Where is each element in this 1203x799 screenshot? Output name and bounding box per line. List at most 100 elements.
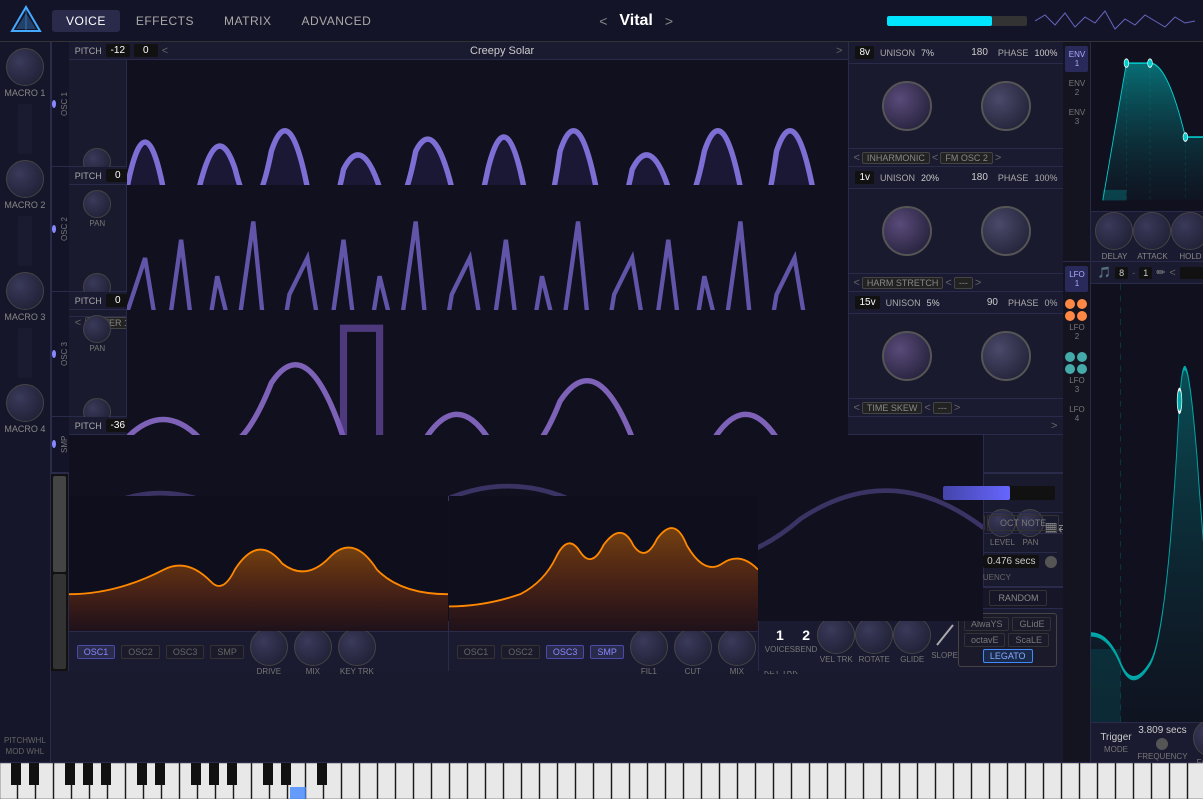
nav-left-btn[interactable]: < xyxy=(599,13,607,29)
lfo-rate-val2[interactable]: 1 xyxy=(1139,267,1152,279)
filter1-osc2-btn[interactable]: OSC2 xyxy=(121,645,160,659)
filter1-mix-knob[interactable] xyxy=(294,628,332,666)
voices-val[interactable]: 1 xyxy=(776,627,784,643)
filter2-fil1-knob[interactable] xyxy=(630,628,668,666)
random2-freq-sync-icon[interactable] xyxy=(1045,556,1057,568)
pitch-wheel-slider[interactable] xyxy=(18,104,32,154)
osc2-footer-btn2[interactable]: --- xyxy=(954,277,973,289)
lfo1-tab[interactable]: LFO 1 xyxy=(1065,266,1088,292)
tab-effects[interactable]: EFFECTS xyxy=(122,10,208,32)
osc2-footer-right2[interactable]: > xyxy=(975,277,981,289)
osc2-unison-knob[interactable] xyxy=(882,206,932,256)
osc2-footer-left[interactable]: < xyxy=(853,277,859,289)
legato-btn[interactable]: LEGATO xyxy=(983,649,1033,663)
tab-matrix[interactable]: MATRIX xyxy=(210,10,285,32)
pitch-wheel-slider2[interactable] xyxy=(18,328,32,378)
osc1-phase-knob[interactable] xyxy=(981,81,1031,131)
osc1-phase-pct[interactable]: 100% xyxy=(1034,48,1057,58)
piano-keys[interactable] xyxy=(0,763,1203,799)
osc1-pitch-val[interactable]: -12 xyxy=(106,44,130,57)
macro4-knob[interactable] xyxy=(6,384,44,422)
lfo-pencil-icon[interactable]: ✏ xyxy=(1156,266,1165,279)
mod-wheel-slider[interactable] xyxy=(18,216,32,266)
osc1-phase-val[interactable]: 180 xyxy=(971,47,988,58)
osc2-unison-count[interactable]: 1v xyxy=(855,171,874,184)
octave-btn[interactable]: octavE xyxy=(964,633,1006,647)
osc1-footer-left2[interactable]: < xyxy=(932,152,938,164)
lfo-mode-left[interactable]: 🎵 xyxy=(1097,266,1111,279)
osc3-phase-pct[interactable]: 0% xyxy=(1044,298,1057,308)
osc1-footer-btn2[interactable]: FM OSC 2 xyxy=(940,152,993,164)
osc1-footer-left[interactable]: < xyxy=(853,152,859,164)
osc3-phase-knob[interactable] xyxy=(981,331,1031,381)
osc3-footer-right2[interactable]: > xyxy=(954,402,960,414)
random1-bar[interactable] xyxy=(943,486,1056,500)
osc3-footer-btn2[interactable]: --- xyxy=(933,402,952,414)
filter2-osc1-btn[interactable]: OSC1 xyxy=(457,645,496,659)
glide-btn[interactable]: GLidE xyxy=(1012,617,1051,631)
filter2-smp-btn[interactable]: SMP xyxy=(590,645,624,659)
osc1-nav-left[interactable]: < xyxy=(162,45,168,57)
lfo-rate-val1[interactable]: 8 xyxy=(1115,267,1128,279)
filter2-osc2-btn[interactable]: OSC2 xyxy=(501,645,540,659)
osc2-unison-pct[interactable]: 20% xyxy=(921,173,939,183)
osc3-phase-val[interactable]: 90 xyxy=(987,297,998,308)
osc1-unison-knob[interactable] xyxy=(882,81,932,131)
osc2-phase-knob[interactable] xyxy=(981,206,1031,256)
lfo3-tab[interactable]: LFO 3 xyxy=(1065,348,1088,398)
filter1-keytrk-knob[interactable] xyxy=(338,628,376,666)
tab-voice[interactable]: VOICE xyxy=(52,10,120,32)
lfo-fade-knob[interactable] xyxy=(1193,719,1203,757)
macro1-knob[interactable] xyxy=(6,48,44,86)
osc3-footer-btn1[interactable]: TIME SKEW xyxy=(862,402,923,414)
macro3-knob[interactable] xyxy=(6,272,44,310)
osc2-footer-btn1[interactable]: HARM STRETCH xyxy=(862,277,944,289)
lfo-freq-sync-icon[interactable] xyxy=(1156,738,1168,750)
env1-tab[interactable]: ENV 1 xyxy=(1065,46,1088,72)
random2-freq-val[interactable]: 0.476 secs xyxy=(983,555,1039,568)
lfo4-tab[interactable]: LFO 4 xyxy=(1065,401,1088,427)
osc1-unison-count[interactable]: 8v xyxy=(855,46,874,59)
osc1-unison-pct[interactable]: 7% xyxy=(921,48,934,58)
osc2-phase-pct[interactable]: 100% xyxy=(1034,173,1057,183)
osc2-footer-left2[interactable]: < xyxy=(945,277,951,289)
osc1-footer-btn1[interactable]: INHARMONIC xyxy=(862,152,930,164)
filter1-drive-knob[interactable] xyxy=(250,628,288,666)
scroll-bar2[interactable] xyxy=(53,574,66,670)
oct-note-btn[interactable]: OCT NOTE xyxy=(987,515,1060,531)
osc3-footer-left2[interactable]: < xyxy=(924,402,930,414)
osc2-phase-val[interactable]: 180 xyxy=(971,172,988,183)
lfo-target[interactable]: Side Chain 1 xyxy=(1180,267,1203,279)
tab-advanced[interactable]: ADVANCED xyxy=(287,10,385,32)
smp-nav-right[interactable]: > xyxy=(1051,420,1057,432)
osc3-unison-pct[interactable]: 5% xyxy=(927,298,940,308)
filter1-osc3-btn[interactable]: OSC3 xyxy=(166,645,205,659)
filter1-osc1-btn[interactable]: OSC1 xyxy=(77,645,116,659)
osc1-nav-right[interactable]: > xyxy=(836,45,842,57)
rotate-knob[interactable] xyxy=(855,616,893,654)
lfo-trigger-val[interactable]: Trigger xyxy=(1100,732,1131,743)
attack-knob[interactable] xyxy=(1133,212,1171,250)
lfo-target-left[interactable]: < xyxy=(1169,267,1175,279)
env3-tab[interactable]: ENV 3 xyxy=(1065,104,1088,130)
filter1-smp-btn[interactable]: SMP xyxy=(210,645,244,659)
osc3-footer-left[interactable]: < xyxy=(853,402,859,414)
lfo-freq-val[interactable]: 3.809 secs xyxy=(1138,725,1186,736)
env2-tab[interactable]: ENV 2 xyxy=(1065,75,1088,101)
macro2-knob[interactable] xyxy=(6,160,44,198)
random-btn[interactable]: RANDOM xyxy=(989,590,1047,606)
osc3-unison-count[interactable]: 15v xyxy=(855,296,879,309)
osc3-unison-knob[interactable] xyxy=(882,331,932,381)
filter2-osc3-btn[interactable]: OSC3 xyxy=(546,645,585,659)
filter2-cut-knob[interactable] xyxy=(674,628,712,666)
bend-val[interactable]: 2 xyxy=(802,627,810,643)
filter2-mix-knob[interactable] xyxy=(718,628,756,666)
scroll-bar1[interactable] xyxy=(53,476,66,572)
scale-btn[interactable]: ScaLE xyxy=(1008,633,1049,647)
glide-knob[interactable] xyxy=(893,616,931,654)
osc1-pitch-val2[interactable]: 0 xyxy=(134,44,158,57)
hold-knob[interactable] xyxy=(1171,212,1203,250)
lfo2-tab[interactable]: LFO 2 xyxy=(1065,295,1088,345)
vel-trk-knob[interactable] xyxy=(817,616,855,654)
delay-knob[interactable] xyxy=(1095,212,1133,250)
